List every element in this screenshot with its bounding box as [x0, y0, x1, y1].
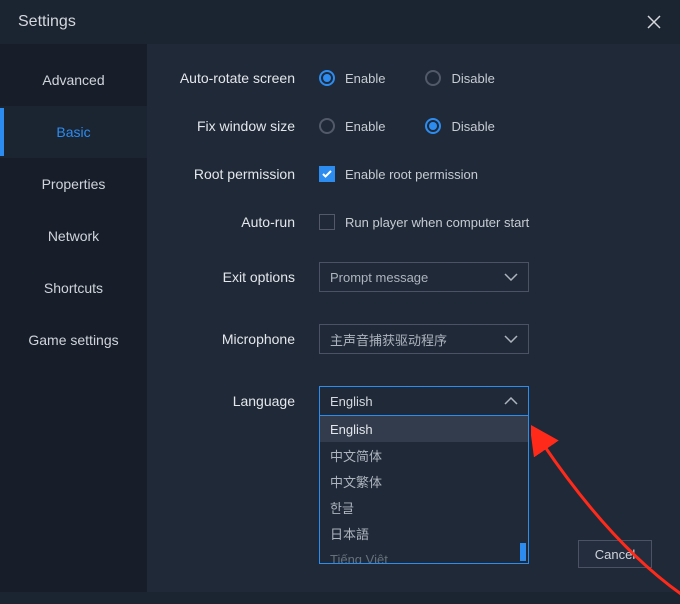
label-auto-rotate: Auto-rotate screen — [147, 70, 319, 86]
sidebar-item-label: Basic — [56, 124, 90, 140]
annotation-arrow — [531, 424, 680, 604]
select-exit-options[interactable]: Prompt message — [319, 262, 529, 292]
label-language: Language — [147, 393, 319, 409]
select-microphone[interactable]: 主声音捕获驱动程序 — [319, 324, 529, 354]
language-option[interactable]: 한글 — [320, 494, 528, 520]
radio-label: Enable — [345, 119, 385, 134]
radio-label: Disable — [451, 71, 494, 86]
close-icon[interactable] — [646, 14, 662, 30]
language-dropdown: English 中文简体 中文繁体 한글 日本語 Tiếng Việt — [319, 416, 529, 564]
checkbox-root-permission[interactable]: Enable root permission — [319, 166, 478, 182]
checkbox-label: Enable root permission — [345, 167, 478, 182]
language-option[interactable]: English — [320, 416, 528, 442]
chevron-up-icon — [504, 397, 518, 405]
sidebar-item-label: Properties — [42, 176, 106, 192]
sidebar-item-properties[interactable]: Properties — [0, 158, 147, 210]
radio-icon — [319, 118, 335, 134]
chevron-down-icon — [504, 273, 518, 281]
window-title: Settings — [18, 13, 76, 31]
header: Settings — [0, 0, 680, 44]
label-microphone: Microphone — [147, 331, 319, 347]
select-language[interactable]: English — [319, 386, 529, 416]
radio-icon — [319, 70, 335, 86]
sidebar-item-label: Network — [48, 228, 99, 244]
radio-label: Enable — [345, 71, 385, 86]
label-fix-window: Fix window size — [147, 118, 319, 134]
sidebar-item-shortcuts[interactable]: Shortcuts — [0, 262, 147, 314]
select-value: 主声音捕获驱动程序 — [330, 330, 447, 349]
scrollbar-thumb[interactable] — [520, 543, 526, 561]
cancel-button[interactable]: Cancel — [578, 540, 652, 568]
chevron-down-icon — [504, 335, 518, 343]
sidebar-item-basic[interactable]: Basic — [0, 106, 147, 158]
sidebar-item-label: Advanced — [42, 72, 104, 88]
radio-fix-window-enable[interactable]: Enable — [319, 118, 385, 134]
radio-icon — [425, 118, 441, 134]
footer: Cancel — [578, 540, 652, 568]
sidebar-item-game-settings[interactable]: Game settings — [0, 314, 147, 366]
checkbox-icon — [319, 166, 335, 182]
label-auto-run: Auto-run — [147, 214, 319, 230]
radio-auto-rotate-disable[interactable]: Disable — [425, 70, 494, 86]
label-exit-options: Exit options — [147, 269, 319, 285]
language-option[interactable]: 中文简体 — [320, 442, 528, 468]
language-option[interactable]: 中文繁体 — [320, 468, 528, 494]
language-option[interactable]: Tiếng Việt — [320, 546, 528, 564]
label-root-permission: Root permission — [147, 166, 319, 182]
radio-auto-rotate-enable[interactable]: Enable — [319, 70, 385, 86]
radio-icon — [425, 70, 441, 86]
checkbox-icon — [319, 214, 335, 230]
sidebar-item-label: Shortcuts — [44, 280, 103, 296]
sidebar-item-label: Game settings — [28, 332, 118, 348]
sidebar: Advanced Basic Properties Network Shortc… — [0, 44, 147, 592]
checkbox-label: Run player when computer start — [345, 215, 529, 230]
radio-fix-window-disable[interactable]: Disable — [425, 118, 494, 134]
language-option[interactable]: 日本語 — [320, 520, 528, 546]
checkbox-auto-run[interactable]: Run player when computer start — [319, 214, 529, 230]
select-value: Prompt message — [330, 270, 428, 285]
select-value: English — [330, 394, 373, 409]
radio-label: Disable — [451, 119, 494, 134]
settings-panel: Auto-rotate screen Enable Disable Fix wi… — [147, 44, 680, 592]
sidebar-item-advanced[interactable]: Advanced — [0, 54, 147, 106]
sidebar-item-network[interactable]: Network — [0, 210, 147, 262]
